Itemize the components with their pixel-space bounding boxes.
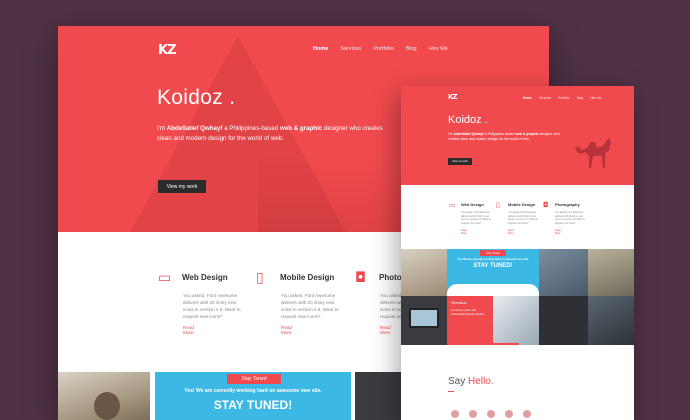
portfolio-photo[interactable]	[401, 249, 447, 296]
person-graphic	[94, 392, 120, 420]
twitter-icon[interactable]	[469, 410, 477, 418]
read-more-link[interactable]: Read More	[183, 325, 194, 335]
camel-graphic	[575, 138, 611, 168]
stay-title: STAY TUNED!	[473, 263, 513, 269]
hero-intro: I'm Abdellatief Qwhayf a Philippines-bas…	[448, 132, 560, 141]
laptop-graphic	[409, 308, 439, 328]
stay-ribbon: Stay Tuned	[227, 374, 281, 384]
camera-icon: ◘	[543, 201, 549, 209]
dribbble-icon[interactable]	[487, 410, 495, 418]
stay-tuned-tile[interactable]: Stay Tuned Yes! We are currently working…	[447, 249, 539, 296]
hero-section: KZ Home Services Portfolio Blog Hire Me …	[401, 86, 634, 185]
servston-tile[interactable]: Servston Servston is a clean and profess…	[447, 296, 493, 345]
nav-blog[interactable]: Blog	[406, 46, 417, 52]
stay-message: Yes! We are currently working hard on aw…	[184, 388, 322, 394]
main-nav: Home Services Portfolio Blog Hire Me	[313, 46, 448, 52]
city-graphic	[447, 284, 539, 296]
site-logo[interactable]: KZ	[448, 93, 457, 101]
site-logo[interactable]: KZ	[158, 43, 176, 58]
portfolio-macbook[interactable]	[588, 296, 634, 345]
stay-message: Yes! We are currently working hard on aw…	[457, 258, 529, 261]
servston-title: Servston	[451, 300, 467, 305]
monitor-icon: ▭	[449, 201, 456, 209]
hero-intro: I'm Abdellatief Qwhayf a Philippines-bas…	[157, 125, 383, 142]
service-title: Photography	[555, 202, 580, 207]
hero-title: Koidoz .	[448, 114, 488, 126]
facebook-icon[interactable]	[451, 410, 459, 418]
read-more-link[interactable]: Read More	[461, 229, 467, 235]
read-more-link[interactable]: Read More	[281, 325, 292, 335]
servston-desc: Servston is a clean and professional bus…	[451, 309, 485, 316]
read-more-link[interactable]: Read More	[380, 325, 391, 335]
service-title: Web Design	[182, 273, 228, 282]
behance-icon[interactable]	[505, 410, 513, 418]
view-work-button[interactable]: View my work	[158, 180, 206, 193]
nav-portfolio[interactable]: Portfolio	[558, 96, 570, 100]
nav-home[interactable]: Home	[313, 46, 328, 52]
contact-heading: Say Hello.	[448, 376, 494, 387]
main-nav: Home Services Portfolio Blog Hire Me	[523, 96, 601, 100]
service-title: Mobile Design	[280, 273, 335, 282]
monitor-icon: ▭	[158, 270, 172, 286]
portfolio-desk[interactable]	[539, 296, 588, 345]
portfolio-photo[interactable]	[58, 372, 150, 420]
nav-services[interactable]: Services	[539, 96, 551, 100]
service-desc: You asked, Font Awesome delivers with 20…	[281, 293, 339, 319]
stay-ribbon: Stay Tuned	[480, 250, 506, 256]
nav-home[interactable]: Home	[523, 96, 532, 100]
portfolio-plant[interactable]	[588, 249, 634, 296]
service-title: Web Design	[461, 202, 484, 207]
hero-title: Koidoz .	[157, 86, 236, 109]
nav-hire-me[interactable]: Hire Me	[590, 96, 601, 100]
heading-rule	[448, 391, 454, 392]
service-desc: You asked, Font Awesome delivers with 20…	[183, 293, 241, 319]
service-desc: You asked, Font Awesome delivers with 20…	[508, 211, 538, 225]
portfolio-laptop[interactable]	[401, 296, 447, 345]
portfolio-keyboard[interactable]	[539, 249, 588, 296]
portfolio-dark-tile[interactable]	[355, 372, 401, 420]
portfolio-devices[interactable]	[493, 296, 539, 345]
nav-blog[interactable]: Blog	[577, 96, 583, 100]
service-title: Mobile Design	[508, 202, 536, 207]
stay-tuned-tile[interactable]: Stay Tuned Yes! We are currently working…	[155, 372, 351, 420]
stay-title: STAY TUNED!	[213, 398, 293, 412]
service-desc: You asked, Font Awesome delivers with 20…	[555, 211, 585, 225]
view-work-button[interactable]: View my work	[448, 158, 472, 165]
linkedin-icon[interactable]	[523, 410, 531, 418]
mobile-icon: ▯	[256, 270, 264, 286]
nav-portfolio[interactable]: Portfolio	[373, 46, 393, 52]
mobile-icon: ▯	[496, 201, 500, 209]
service-desc: You asked, Font Awesome delivers with 20…	[461, 211, 491, 225]
nav-services[interactable]: Services	[340, 46, 361, 52]
read-more-link[interactable]: Read More	[508, 229, 514, 235]
camera-icon: ◘	[355, 270, 367, 286]
progress-line	[447, 343, 519, 345]
tablet-mockup: KZ Home Services Portfolio Blog Hire Me …	[401, 86, 634, 420]
service-title: Photo	[379, 273, 402, 282]
read-more-link[interactable]: Read More	[555, 229, 561, 235]
nav-hire-me[interactable]: Hire Me	[429, 46, 448, 52]
social-links	[451, 410, 531, 418]
